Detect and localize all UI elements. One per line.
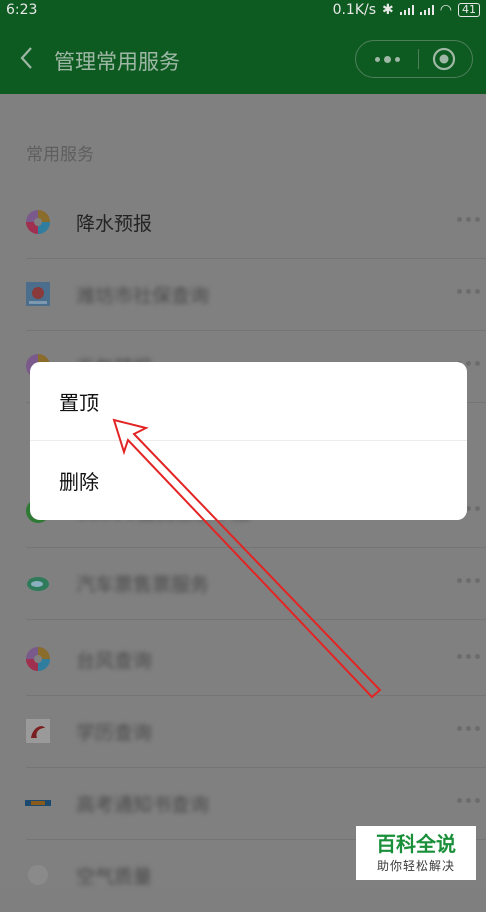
watermark-logo: 百科全说 助你轻松解决 xyxy=(356,826,476,880)
watermark-title: 百科全说 xyxy=(376,832,456,856)
watermark-subtitle: 助你轻松解决 xyxy=(376,859,455,873)
annotation-arrow-icon xyxy=(112,418,382,699)
